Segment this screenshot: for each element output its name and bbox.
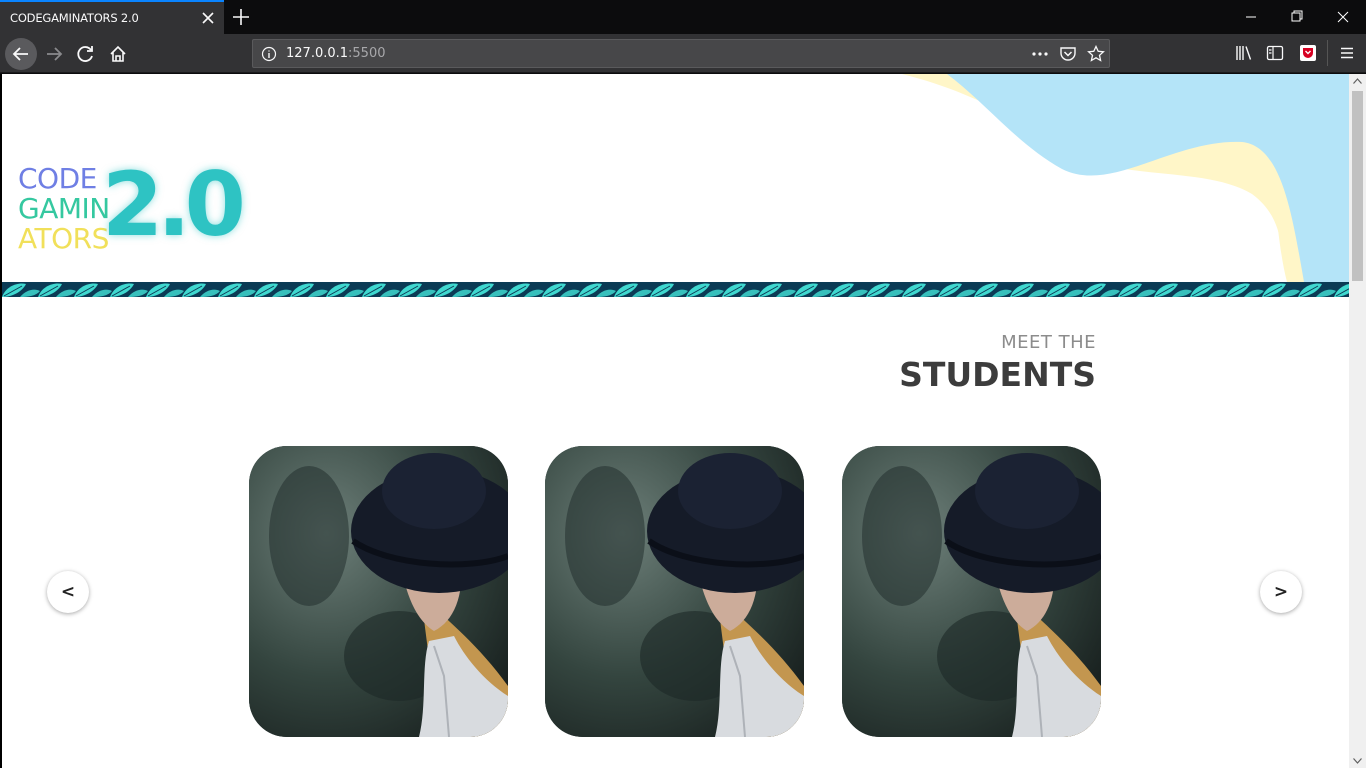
scrollbar-thumb[interactable] bbox=[1352, 91, 1363, 281]
reload-icon[interactable] bbox=[70, 38, 102, 70]
leaf-shape bbox=[326, 283, 364, 297]
section-title: STUDENTS bbox=[899, 355, 1096, 394]
navigation-toolbar: 127.0.0.1:5500 bbox=[0, 34, 1366, 73]
carousel-next-button[interactable]: > bbox=[1260, 571, 1302, 613]
hero-banner: CODE GAMIN ATORS 2.0 bbox=[2, 74, 1349, 282]
restore-icon[interactable] bbox=[1274, 0, 1320, 34]
leaf-shape bbox=[794, 283, 832, 297]
logo-code-text: CODE bbox=[18, 162, 97, 195]
leaf-shape bbox=[110, 283, 148, 297]
leaf-shape bbox=[1226, 283, 1264, 297]
section-kicker: MEET THE bbox=[1001, 332, 1096, 353]
leaf-shape bbox=[1046, 283, 1084, 297]
leaf-shape bbox=[218, 283, 256, 297]
leaf-shape bbox=[542, 283, 580, 297]
leaf-shape bbox=[830, 283, 868, 297]
leaf-pattern-icon bbox=[2, 283, 1349, 297]
new-tab-icon[interactable] bbox=[230, 6, 252, 28]
info-icon[interactable] bbox=[261, 46, 277, 62]
leaf-shape bbox=[434, 283, 472, 297]
student-portrait-image bbox=[545, 446, 804, 737]
vertical-scrollbar[interactable] bbox=[1349, 74, 1366, 768]
extension-shield-icon[interactable] bbox=[1299, 44, 1317, 62]
url-port: :5500 bbox=[348, 46, 386, 61]
leaf-shape bbox=[722, 283, 760, 297]
leaf-shape bbox=[686, 283, 724, 297]
leaf-pattern-band bbox=[2, 282, 1349, 297]
logo-gamin-text: GAMIN bbox=[18, 192, 110, 225]
leaf-shape bbox=[254, 283, 292, 297]
leaf-shape bbox=[2, 283, 40, 297]
leaf-shape bbox=[974, 283, 1012, 297]
leaf-shape bbox=[650, 283, 688, 297]
leaf-shape bbox=[146, 283, 184, 297]
leaf-shape bbox=[578, 283, 616, 297]
logo-version-text: 2.0 bbox=[102, 153, 246, 256]
address-bar[interactable]: 127.0.0.1:5500 bbox=[252, 39, 1110, 68]
logo-ators-text: ATORS bbox=[18, 222, 109, 255]
url-text[interactable]: 127.0.0.1:5500 bbox=[286, 46, 386, 61]
leaf-shape bbox=[182, 283, 220, 297]
leaf-shape bbox=[470, 283, 508, 297]
leaf-shape bbox=[1334, 284, 1349, 297]
student-portrait-image bbox=[249, 446, 508, 737]
leaf-shape bbox=[1262, 283, 1300, 297]
url-host: 127.0.0.1 bbox=[286, 46, 349, 61]
scroll-up-arrow-icon[interactable] bbox=[1353, 78, 1362, 84]
leaf-shape bbox=[758, 283, 796, 297]
library-icon[interactable] bbox=[1235, 44, 1253, 62]
more-actions-icon[interactable] bbox=[1031, 45, 1049, 63]
section-heading: MEET THE STUDENTS bbox=[899, 332, 1096, 394]
active-tab[interactable]: CODEGAMINATORS 2.0 bbox=[0, 0, 224, 34]
student-card[interactable] bbox=[249, 446, 508, 737]
home-icon[interactable] bbox=[102, 38, 134, 70]
student-portrait-image bbox=[842, 446, 1101, 737]
pocket-icon[interactable] bbox=[1059, 45, 1077, 63]
leaf-shape bbox=[506, 283, 544, 297]
leaf-shape bbox=[938, 283, 976, 297]
leaf-shape bbox=[1082, 283, 1120, 297]
window-close-icon[interactable] bbox=[1320, 0, 1366, 34]
leaf-shape bbox=[1118, 283, 1156, 297]
bookmark-star-icon[interactable] bbox=[1087, 45, 1105, 63]
leaf-shape bbox=[1010, 283, 1048, 297]
page-viewport: CODE GAMIN ATORS 2.0 MEET THE STUDENTS < bbox=[0, 74, 1366, 768]
hamburger-menu-icon[interactable] bbox=[1338, 44, 1356, 62]
scroll-down-arrow-icon[interactable] bbox=[1353, 758, 1362, 764]
minimize-icon[interactable] bbox=[1228, 0, 1274, 34]
student-card[interactable] bbox=[545, 446, 804, 737]
back-arrow-icon[interactable] bbox=[5, 38, 37, 70]
tab-title: CODEGAMINATORS 2.0 bbox=[10, 11, 139, 25]
leaf-shape bbox=[38, 283, 76, 297]
site-logo[interactable]: CODE GAMIN ATORS bbox=[18, 164, 110, 254]
forward-arrow-icon[interactable] bbox=[38, 38, 70, 70]
leaf-shape bbox=[902, 283, 940, 297]
student-card[interactable] bbox=[842, 446, 1101, 737]
carousel-prev-button[interactable]: < bbox=[47, 571, 89, 613]
close-tab-icon[interactable] bbox=[198, 8, 218, 28]
leaf-shape bbox=[362, 283, 400, 297]
leaf-shape bbox=[1154, 283, 1192, 297]
leaf-shape bbox=[1298, 283, 1336, 297]
leaf-shape bbox=[614, 283, 652, 297]
leaf-shape bbox=[1190, 283, 1228, 297]
toolbar-separator bbox=[1327, 40, 1328, 66]
leaf-shape bbox=[398, 283, 436, 297]
leaf-shape bbox=[866, 283, 904, 297]
tab-bar: CODEGAMINATORS 2.0 bbox=[0, 0, 1366, 34]
leaf-shape bbox=[74, 283, 112, 297]
sidebar-icon[interactable] bbox=[1266, 44, 1284, 62]
leaf-shape bbox=[290, 283, 328, 297]
